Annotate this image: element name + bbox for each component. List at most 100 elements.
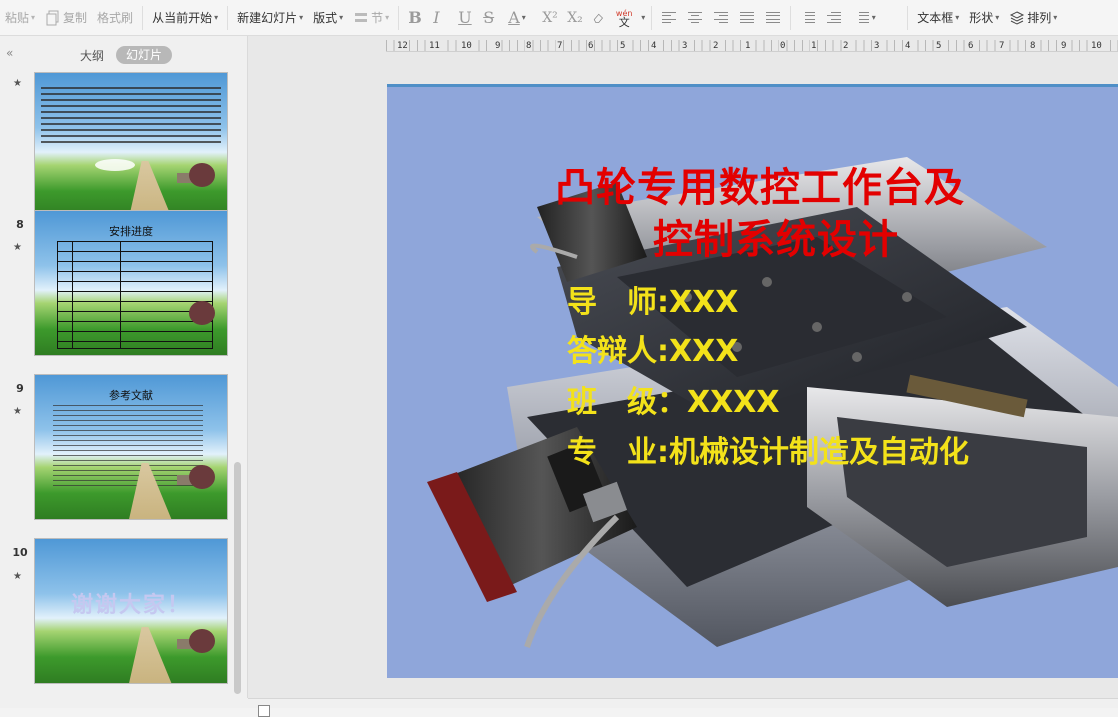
phonetic-button[interactable]: wén 文: [611, 4, 637, 32]
cloud: [95, 159, 135, 171]
animation-star-icon: ★: [13, 571, 22, 582]
ruler-label: 9: [494, 40, 502, 51]
slide-thumb-title: 谢谢大家！: [70, 593, 191, 618]
shape-label: 形状: [969, 11, 994, 25]
slide-number: 9: [16, 382, 24, 395]
list-button[interactable]: ▾: [847, 4, 883, 32]
slide-number: 10: [12, 546, 28, 559]
list-icon: [855, 12, 869, 23]
ruler-label: 5: [935, 40, 943, 51]
separator: [227, 5, 229, 30]
bold-icon: B: [408, 8, 422, 27]
ruler-label: 7: [998, 40, 1006, 51]
align-center-button[interactable]: [682, 4, 708, 32]
horizontal-ruler[interactable]: 12 11 10 9 8 7 6 5 4 3 2 1 0 1 2 3 4 5 6…: [386, 40, 1118, 52]
layout-button[interactable]: 版式 ▾: [308, 4, 348, 32]
animation-star-icon: ★: [13, 242, 22, 253]
justify-icon: [740, 12, 755, 23]
paste-label: 粘贴: [5, 11, 30, 25]
ruler-label: 5: [619, 40, 627, 51]
slide-thumbnail[interactable]: [34, 72, 228, 218]
ruler-label: 0: [779, 40, 787, 51]
major-text[interactable]: 专 业:机械设计制造及自动化: [567, 433, 969, 473]
arrange-label: 排列: [1027, 11, 1052, 25]
panel-scrollbar[interactable]: [234, 462, 241, 694]
tab-slides[interactable]: 幻灯片: [116, 46, 172, 64]
distribute-button[interactable]: [760, 4, 786, 32]
phonetic-dropdown[interactable]: ▾: [637, 4, 647, 32]
format-painter-button[interactable]: 格式刷: [92, 4, 138, 32]
tab-outline[interactable]: 大纲: [80, 47, 104, 64]
ruler-label: 12: [396, 40, 409, 51]
paragraph-text: [41, 87, 221, 147]
ruler-label: 10: [1090, 40, 1103, 51]
ruler-label: 7: [556, 40, 564, 51]
ruler-label: 8: [1029, 40, 1037, 51]
copy-button[interactable]: 复制: [40, 4, 92, 32]
slide-thumbnail[interactable]: 谢谢大家！: [34, 538, 228, 684]
line-spacing-button[interactable]: [795, 4, 821, 32]
new-slide-button[interactable]: 新建幻灯片 ▾: [232, 4, 308, 32]
copy-icon: [46, 10, 59, 25]
arrange-button[interactable]: 排列 ▾: [1004, 4, 1062, 32]
collapse-panel-button[interactable]: «: [6, 46, 13, 60]
strikethrough-button[interactable]: S: [478, 4, 503, 32]
slide-title-line1: 凸轮专用数控工作台及: [555, 165, 965, 211]
paste-button[interactable]: 粘贴 ▾: [0, 4, 40, 32]
animation-star-icon: ★: [13, 406, 22, 417]
subscript-button[interactable]: X₂: [562, 4, 587, 32]
separator: [907, 5, 909, 30]
strikethrough-icon: S: [483, 8, 495, 27]
indent-button[interactable]: [821, 4, 847, 32]
italic-button[interactable]: I: [428, 4, 453, 32]
indent-icon: [827, 12, 842, 23]
align-right-button[interactable]: [708, 4, 734, 32]
layers-icon: [1010, 10, 1025, 25]
textbox-button[interactable]: 文本框 ▾: [912, 4, 964, 32]
slide-thumbnail[interactable]: 参考文献: [34, 374, 228, 520]
tree: [189, 465, 215, 489]
notes-bar: [248, 698, 1118, 717]
defender-text[interactable]: 答辩人:XXX: [567, 332, 738, 372]
slide-thumb-title: 安排进度: [109, 225, 153, 238]
font-color-button[interactable]: A ▾: [503, 4, 537, 32]
panel-footer: [0, 698, 248, 708]
class-text[interactable]: 班 级：XXXX: [567, 383, 780, 423]
panel-header: « 大纲 幻灯片: [0, 44, 248, 66]
clear-format-button[interactable]: [587, 4, 611, 32]
section-label: 节: [371, 11, 384, 25]
notes-checkbox[interactable]: [258, 705, 270, 717]
from-current-button[interactable]: 从当前开始 ▾: [147, 4, 223, 32]
tree: [189, 301, 215, 325]
ruler-label: 9: [1060, 40, 1068, 51]
tree: [189, 163, 215, 187]
shape-button[interactable]: 形状 ▾: [964, 4, 1004, 32]
superscript-button[interactable]: X²: [537, 4, 562, 32]
ruler-label: 4: [904, 40, 912, 51]
ruler-label: 10: [460, 40, 473, 51]
align-left-button[interactable]: [656, 4, 682, 32]
copy-label: 复制: [63, 11, 88, 25]
italic-icon: I: [433, 8, 440, 27]
underline-button[interactable]: U: [453, 4, 478, 32]
ruler-label: 1: [744, 40, 752, 51]
line-spacing-icon: [801, 12, 816, 23]
slide-number: 8: [16, 218, 24, 231]
separator: [142, 5, 144, 30]
layout-label: 版式: [313, 11, 338, 25]
format-painter-label: 格式刷: [97, 11, 134, 25]
slide-canvas[interactable]: 凸轮专用数控工作台及 控制系统设计 导 师:XXX 答辩人:XXX 班 级：XX…: [387, 84, 1118, 678]
subscript-icon: X₂: [567, 9, 583, 26]
superscript-icon: X²: [542, 9, 558, 26]
ruler-label: 8: [525, 40, 533, 51]
ruler-label: 1: [810, 40, 818, 51]
section-button[interactable]: 节 ▾: [348, 4, 394, 32]
justify-button[interactable]: [734, 4, 760, 32]
road: [128, 627, 173, 683]
from-current-label: 从当前开始: [152, 11, 213, 25]
advisor-text[interactable]: 导 师:XXX: [567, 283, 738, 323]
separator: [651, 5, 653, 30]
bold-button[interactable]: B: [403, 4, 428, 32]
slide-thumbnail[interactable]: 安排进度: [34, 210, 228, 356]
animation-star-icon: ★: [13, 78, 22, 89]
